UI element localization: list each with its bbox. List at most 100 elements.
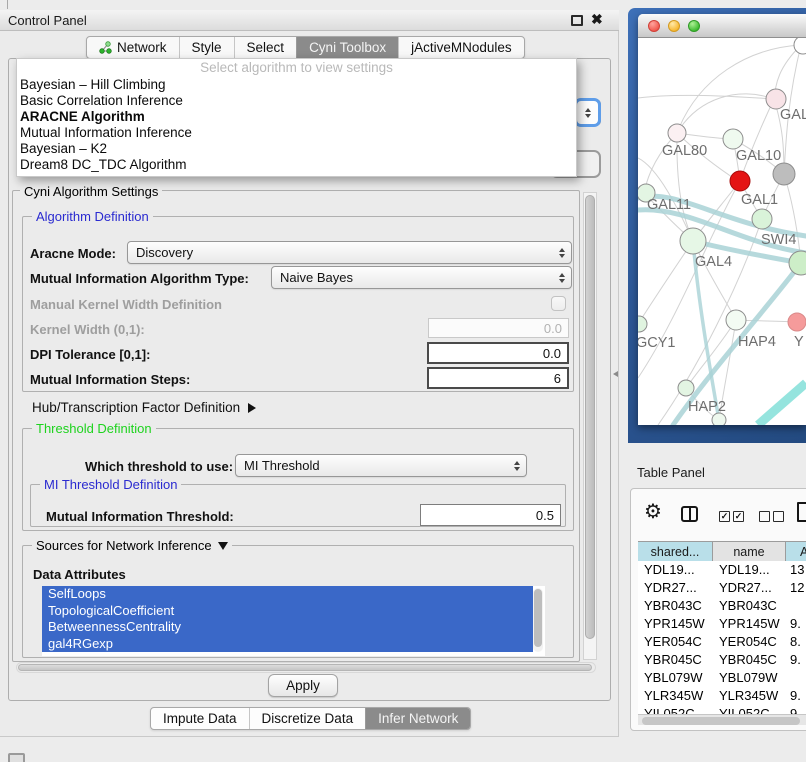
node-selected-red[interactable] — [730, 171, 750, 191]
column-header-partial[interactable]: A — [786, 542, 806, 562]
sources-toggle[interactable]: Sources for Network Inference — [32, 538, 232, 553]
network-window-titlebar[interactable] — [638, 14, 806, 38]
zoom-traffic-light-icon[interactable] — [688, 20, 700, 32]
dpi-tolerance-label: DPI Tolerance [0,1]: — [30, 347, 150, 362]
tab-cyni-toolbox[interactable]: Cyni Toolbox — [296, 37, 398, 58]
node-gcy1[interactable] — [638, 316, 647, 332]
mi-algorithm-type-select[interactable]: Naive Bayes — [271, 266, 572, 289]
table-row[interactable]: YPR145W YPR145W 9. — [638, 615, 806, 633]
cell: YIL052C — [638, 705, 713, 714]
mi-steps-input[interactable]: 6 — [427, 367, 569, 389]
algorithm-dropdown-list: Select algorithm to view settings Bayesi… — [16, 58, 577, 177]
dropdown-item-aracne[interactable]: ARACNE Algorithm — [17, 109, 576, 125]
node-gal10[interactable] — [723, 129, 743, 149]
label-swi4: SWI4 — [761, 232, 796, 248]
cell: YLR345W — [713, 687, 786, 705]
attributes-list-scrollbar[interactable] — [533, 588, 543, 652]
which-threshold-select[interactable]: MI Threshold — [235, 454, 527, 477]
node-hap4[interactable] — [726, 310, 746, 330]
tab-infer-network[interactable]: Infer Network — [365, 708, 470, 729]
list-item-selfloops[interactable]: SelfLoops — [42, 586, 533, 603]
label-gal1: GAL1 — [741, 192, 778, 208]
dropdown-item-basic-correlation[interactable]: Basic Correlation Inference — [17, 93, 576, 109]
cell: 8. — [786, 633, 806, 651]
cell: YDL19... — [713, 561, 786, 579]
tab-select[interactable]: Select — [234, 37, 297, 58]
network-canvas[interactable]: GAL GAL80 GAL10 GAL1 GAL11 SWI4 GAL4 GCY… — [638, 38, 806, 425]
column-header-shared-name[interactable]: shared... — [638, 542, 713, 562]
tab-jactivemnodules[interactable]: jActiveMNodules — [398, 37, 524, 58]
hub-definition-toggle[interactable]: Hub/Transcription Factor Definition — [32, 400, 256, 415]
tab-style-label: Style — [192, 40, 222, 55]
node-gal-pink[interactable] — [766, 89, 786, 109]
node-gal80[interactable] — [668, 124, 686, 142]
table-row[interactable]: YIL052C YIL052C 9. — [638, 705, 806, 714]
table-row[interactable]: YDL19... YDL19... 13 — [638, 561, 806, 579]
settings-vertical-scrollbar[interactable] — [583, 192, 597, 660]
tab-discretize-data[interactable]: Discretize Data — [249, 708, 366, 729]
spinner-up-icon — [585, 108, 591, 112]
minimize-traffic-light-icon[interactable] — [668, 20, 680, 32]
list-item-gal4rgexp[interactable]: gal4RGexp — [42, 636, 533, 653]
table-row[interactable]: YBL079W YBL079W — [638, 669, 806, 687]
tab-impute-data[interactable]: Impute Data — [151, 708, 249, 729]
table-row[interactable]: YLR345W YLR345W 9. — [638, 687, 806, 705]
gear-icon[interactable]: ⚙ — [644, 502, 662, 522]
cell: YBR045C — [638, 651, 713, 669]
node-hap2[interactable] — [678, 380, 694, 396]
node-gal1[interactable] — [752, 209, 772, 229]
label-gal80: GAL80 — [662, 143, 707, 159]
scrollbar-thumb[interactable] — [642, 717, 800, 725]
algorithm-definition-title: Algorithm Definition — [32, 209, 153, 224]
table-row[interactable]: YBR043C YBR043C — [638, 597, 806, 615]
deselect-all-checkbox-icon[interactable] — [773, 511, 784, 522]
dropdown-item-mutual-information[interactable]: Mutual Information Inference — [17, 125, 576, 141]
export-table-icon[interactable] — [797, 502, 806, 522]
table-row[interactable]: YBR045C YBR045C 9. — [638, 651, 806, 669]
cell: YBL079W — [638, 669, 713, 687]
threshold-definition-title: Threshold Definition — [32, 421, 156, 436]
dpi-tolerance-input[interactable]: 0.0 — [427, 342, 569, 364]
cell: YBL079W — [713, 669, 786, 687]
mi-threshold-input[interactable]: 0.5 — [420, 504, 561, 526]
deselect-all-checkbox-icon[interactable] — [759, 511, 770, 522]
settings-horizontal-scrollbar[interactable] — [16, 662, 596, 673]
table-body: YDL19... YDL19... 13 YDR27... YDR27... 1… — [638, 561, 806, 714]
mi-steps-label: Mutual Information Steps: — [30, 372, 190, 387]
close-traffic-light-icon[interactable] — [648, 20, 660, 32]
dropdown-item-bayesian-hill-climbing[interactable]: Bayesian – Hill Climbing — [17, 77, 576, 93]
aracne-mode-value: Discovery — [136, 245, 193, 260]
node-gal4[interactable] — [680, 228, 706, 254]
control-panel-tabbar: Network Style Select Cyni Toolbox jActiv… — [86, 36, 525, 59]
list-item-topologicalcoefficient[interactable]: TopologicalCoefficient — [42, 603, 533, 620]
aracne-mode-select[interactable]: Discovery — [127, 241, 572, 264]
scrollbar-thumb[interactable] — [585, 195, 595, 639]
node-unlabeled-top[interactable] — [794, 38, 806, 54]
list-item-betweennesscentrality[interactable]: BetweennessCentrality — [42, 619, 533, 636]
dropdown-item-dream8[interactable]: Dream8 DC_TDC Algorithm — [17, 157, 576, 173]
node-gray[interactable] — [773, 163, 795, 185]
label-hap2: HAP2 — [688, 399, 726, 415]
table-horizontal-scrollbar[interactable] — [638, 714, 806, 725]
column-header-name[interactable]: name — [713, 542, 786, 562]
close-icon[interactable]: ✖ — [591, 11, 603, 28]
table-row[interactable]: YDR27... YDR27... 12 — [638, 579, 806, 597]
label-gal10: GAL10 — [736, 148, 781, 164]
columns-icon[interactable] — [681, 506, 698, 522]
combo-spinner-focused[interactable] — [574, 98, 601, 127]
float-window-icon[interactable] — [571, 15, 583, 26]
kernel-width-input: 0.0 — [428, 318, 569, 338]
scrollbar-thumb[interactable] — [18, 664, 592, 671]
select-all-checkbox-icon[interactable]: ✓ — [733, 511, 744, 522]
tab-style[interactable]: Style — [179, 37, 234, 58]
dropdown-item-bayesian-k2[interactable]: Bayesian – K2 — [17, 141, 576, 157]
splitter-handle-icon[interactable] — [613, 371, 618, 377]
node-salmon[interactable] — [788, 313, 806, 331]
bottom-tabbar: Impute Data Discretize Data Infer Networ… — [150, 707, 471, 730]
apply-button[interactable]: Apply — [268, 674, 338, 697]
table-row[interactable]: YER054C YER054C 8. — [638, 633, 806, 651]
cell: YDL19... — [638, 561, 713, 579]
scrollbar-thumb[interactable] — [534, 589, 542, 647]
select-all-checkbox-icon[interactable]: ✓ — [719, 511, 730, 522]
tab-network[interactable]: Network — [87, 37, 179, 58]
